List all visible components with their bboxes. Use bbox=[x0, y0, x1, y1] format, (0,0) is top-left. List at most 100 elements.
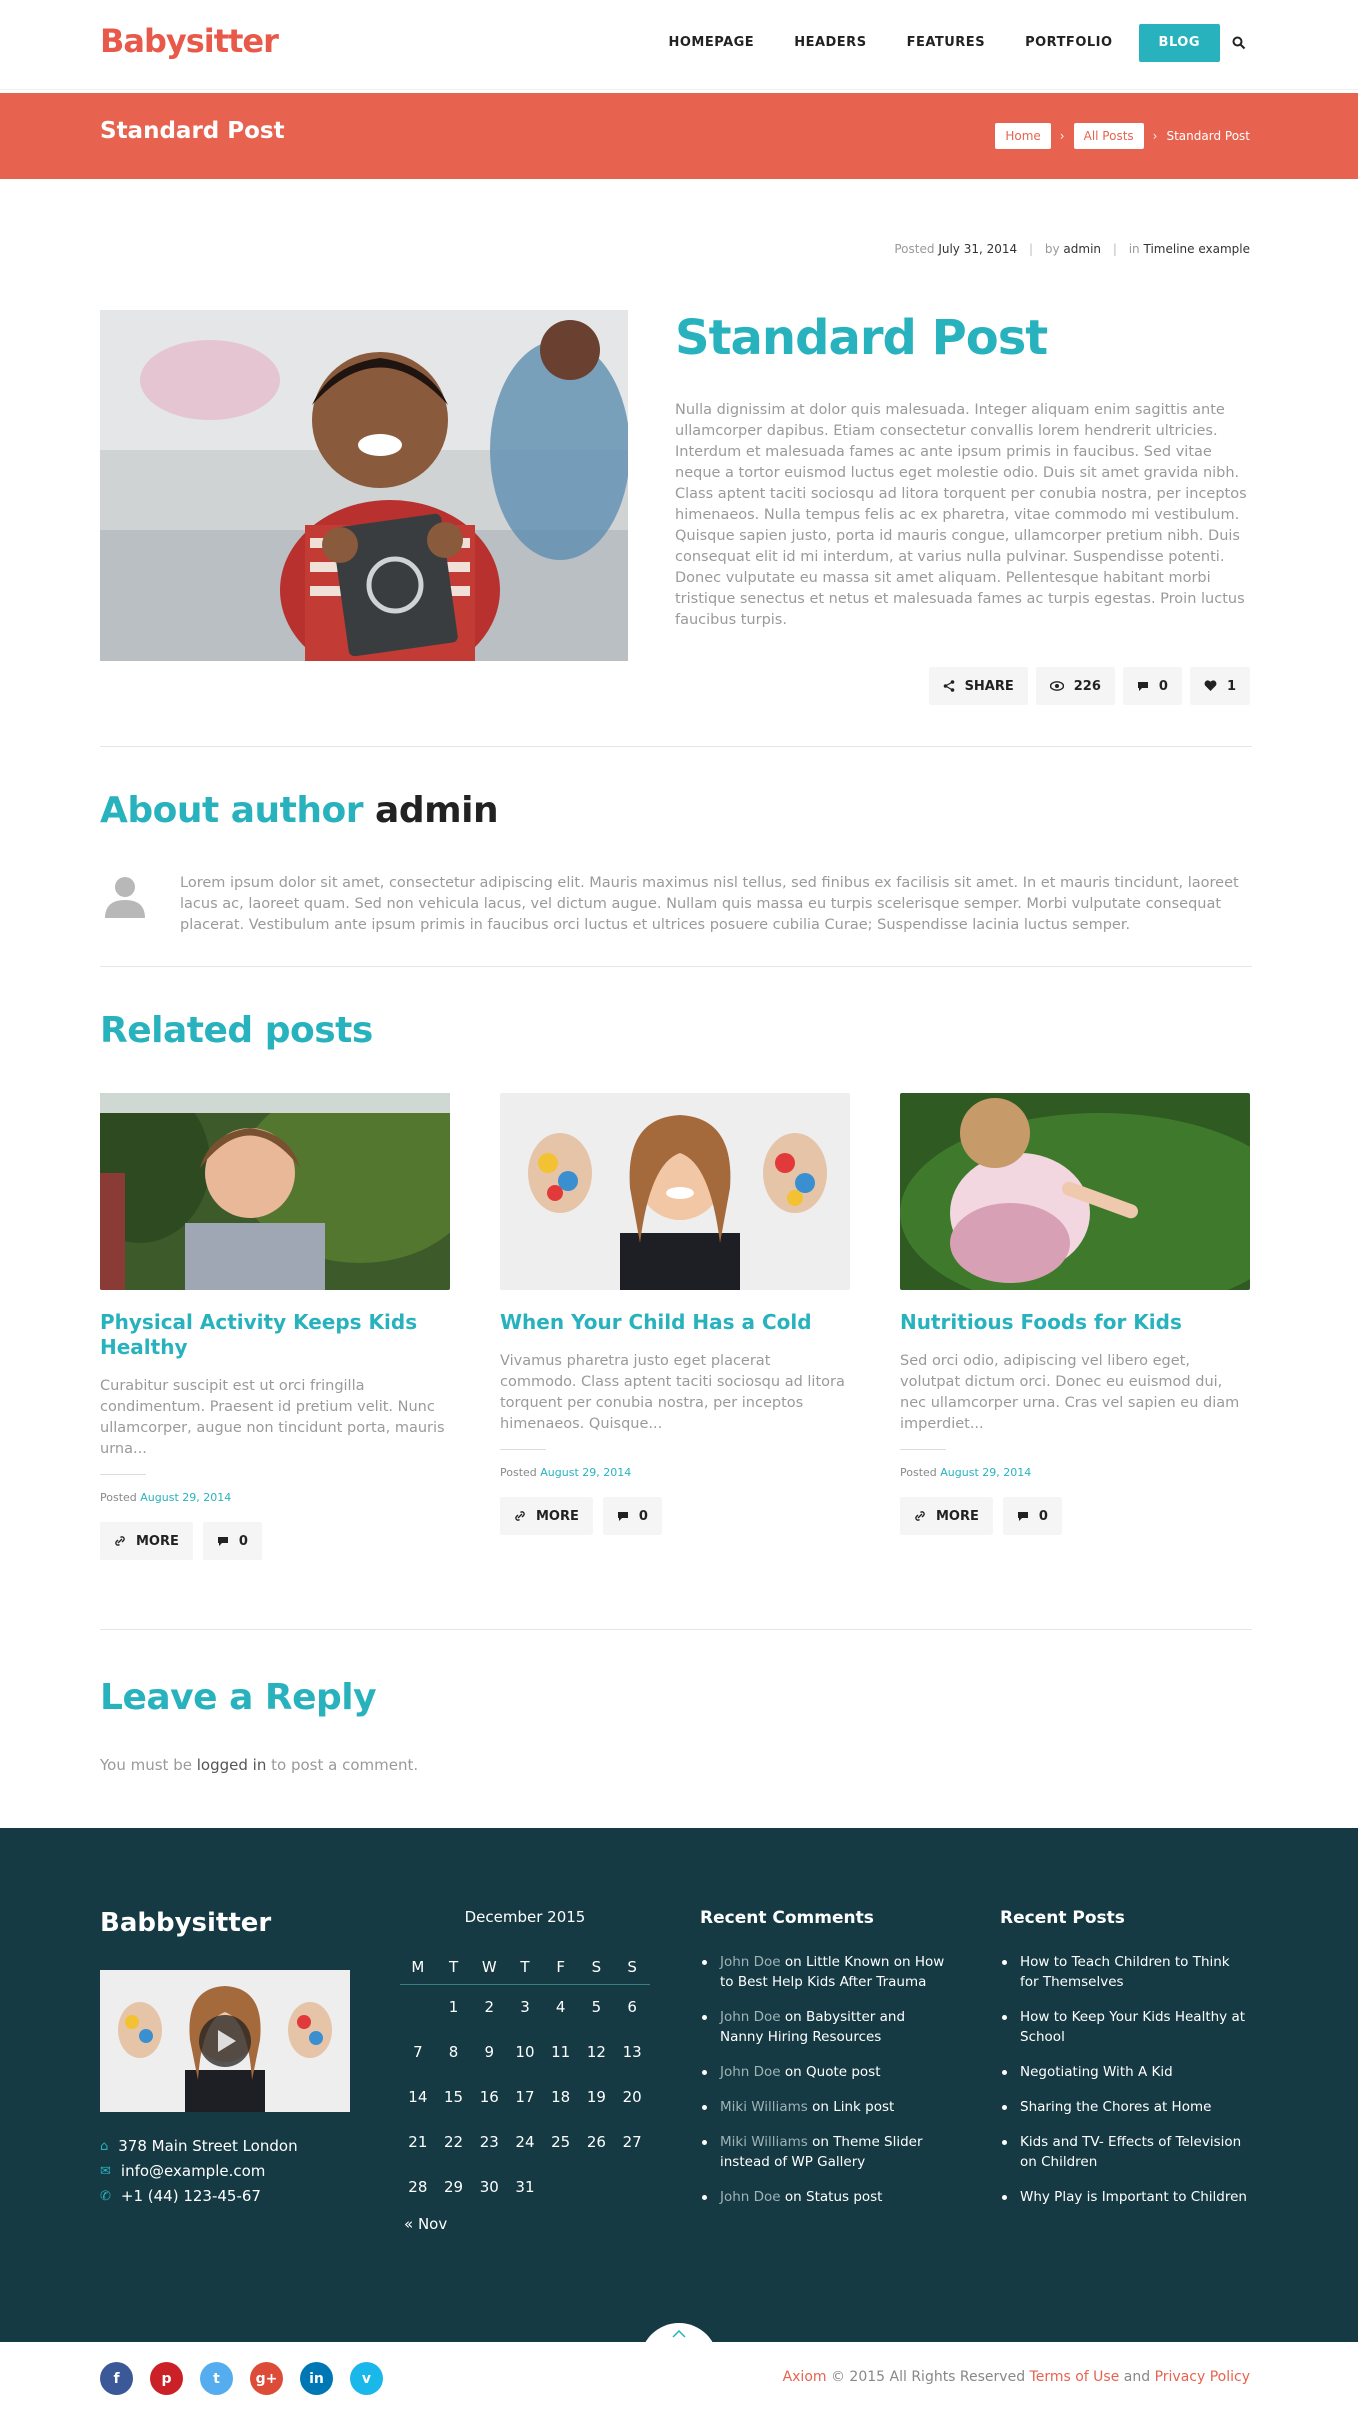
comment-author[interactable]: John Doe bbox=[720, 1954, 781, 1970]
vimeo-icon[interactable]: v bbox=[350, 2362, 383, 2395]
logo[interactable]: Babysitter bbox=[100, 22, 279, 60]
post-date[interactable]: July 31, 2014 bbox=[938, 242, 1017, 256]
nav-homepage[interactable]: HOMEPAGE bbox=[648, 24, 774, 62]
privacy-link[interactable]: Privacy Policy bbox=[1155, 2369, 1250, 2385]
related-post-title[interactable]: Nutritious Foods for Kids bbox=[900, 1310, 1250, 1335]
login-link[interactable]: logged in bbox=[197, 1756, 267, 1774]
calendar-day[interactable]: 30 bbox=[471, 2164, 507, 2209]
nav-portfolio[interactable]: PORTFOLIO bbox=[1005, 24, 1132, 62]
date-link[interactable]: August 29, 2014 bbox=[940, 1466, 1031, 1479]
calendar-day[interactable]: 14 bbox=[400, 2074, 436, 2119]
recent-post-link[interactable]: How to Keep Your Kids Healthy at School bbox=[1000, 2007, 1250, 2047]
brand-link[interactable]: Axiom bbox=[783, 2369, 827, 2385]
post-author[interactable]: admin bbox=[1063, 242, 1101, 256]
calendar-day[interactable]: 1 bbox=[436, 1984, 472, 2029]
share-button[interactable]: SHARE bbox=[928, 667, 1028, 705]
calendar-day[interactable]: 8 bbox=[436, 2029, 472, 2074]
breadcrumb-all-posts[interactable]: All Posts bbox=[1073, 123, 1144, 149]
recent-post-link[interactable]: Sharing the Chores at Home bbox=[1000, 2097, 1250, 2117]
calendar-day[interactable]: 25 bbox=[543, 2119, 579, 2164]
related-post-image[interactable] bbox=[500, 1093, 850, 1290]
google-plus-icon[interactable]: g+ bbox=[250, 2362, 283, 2395]
calendar-day[interactable]: 27 bbox=[614, 2119, 650, 2164]
comment-post-link[interactable]: Quote post bbox=[806, 2064, 881, 2080]
recent-comment-item[interactable]: Miki Williams on Link post bbox=[700, 2097, 950, 2117]
calendar-prev-link[interactable]: « Nov bbox=[400, 2215, 650, 2233]
comments-button[interactable]: 0 bbox=[202, 1522, 262, 1560]
calendar-day[interactable]: 21 bbox=[400, 2119, 436, 2164]
nav-blog[interactable]: BLOG bbox=[1138, 24, 1220, 62]
facebook-icon[interactable]: f bbox=[100, 2362, 133, 2395]
date-link[interactable]: August 29, 2014 bbox=[140, 1491, 231, 1504]
calendar-day[interactable]: 10 bbox=[507, 2029, 543, 2074]
comment-post-link[interactable]: Link post bbox=[833, 2099, 894, 2115]
calendar-day[interactable]: 13 bbox=[614, 2029, 650, 2074]
recent-comment-item[interactable]: John Doe on Quote post bbox=[700, 2062, 950, 2082]
calendar-day[interactable]: 16 bbox=[471, 2074, 507, 2119]
calendar-day[interactable]: 9 bbox=[471, 2029, 507, 2074]
linkedin-icon[interactable]: in bbox=[300, 2362, 333, 2395]
comment-author[interactable]: Miki Williams bbox=[720, 2134, 808, 2150]
calendar-day[interactable]: 17 bbox=[507, 2074, 543, 2119]
recent-post-link[interactable]: How to Teach Children to Think for Thems… bbox=[1000, 1952, 1250, 1992]
recent-post-link[interactable]: Negotiating With A Kid bbox=[1000, 2062, 1250, 2082]
recent-post-link[interactable]: Why Play is Important to Children bbox=[1000, 2187, 1250, 2207]
comments-button[interactable]: 0 bbox=[1122, 667, 1182, 705]
weekday: S bbox=[614, 1950, 650, 1985]
comments-button[interactable]: 0 bbox=[602, 1497, 662, 1535]
comments-button[interactable]: 0 bbox=[1002, 1497, 1062, 1535]
more-button[interactable]: MORE bbox=[500, 1497, 593, 1535]
author-name[interactable]: admin bbox=[375, 790, 499, 831]
calendar-day[interactable]: 28 bbox=[400, 2164, 436, 2209]
footer-video-thumb[interactable] bbox=[100, 1970, 350, 2112]
search-icon[interactable] bbox=[1220, 24, 1258, 62]
calendar-day[interactable]: 31 bbox=[507, 2164, 543, 2209]
breadcrumb-home[interactable]: Home bbox=[995, 123, 1051, 149]
post-category[interactable]: Timeline example bbox=[1144, 242, 1251, 256]
calendar-day[interactable]: 22 bbox=[436, 2119, 472, 2164]
calendar-day[interactable]: 19 bbox=[579, 2074, 615, 2119]
footer-logo[interactable]: Babbysitter bbox=[100, 1908, 271, 1938]
calendar-day[interactable]: 3 bbox=[507, 1984, 543, 2029]
more-button[interactable]: MORE bbox=[100, 1522, 193, 1560]
comment-post-link[interactable]: Status post bbox=[806, 2189, 882, 2205]
calendar-day[interactable]: 12 bbox=[579, 2029, 615, 2074]
calendar-day[interactable]: 7 bbox=[400, 2029, 436, 2074]
calendar-day[interactable]: 4 bbox=[543, 1984, 579, 2029]
calendar-day[interactable]: 20 bbox=[614, 2074, 650, 2119]
comment-author[interactable]: Miki Williams bbox=[720, 2099, 808, 2115]
calendar-day[interactable]: 11 bbox=[543, 2029, 579, 2074]
recent-comment-item[interactable]: Miki Williams on Theme Slider instead of… bbox=[700, 2132, 950, 2172]
twitter-icon[interactable]: t bbox=[200, 2362, 233, 2395]
terms-link[interactable]: Terms of Use bbox=[1030, 2369, 1120, 2385]
comment-author[interactable]: John Doe bbox=[720, 2189, 781, 2205]
calendar-day[interactable]: 23 bbox=[471, 2119, 507, 2164]
calendar-day[interactable]: 18 bbox=[543, 2074, 579, 2119]
nav-headers[interactable]: HEADERS bbox=[774, 24, 886, 62]
more-button[interactable]: MORE bbox=[900, 1497, 993, 1535]
nav-features[interactable]: FEATURES bbox=[887, 24, 1006, 62]
calendar-day[interactable]: 29 bbox=[436, 2164, 472, 2209]
related-post-title[interactable]: When Your Child Has a Cold bbox=[500, 1310, 850, 1335]
recent-comment-item[interactable]: John Doe on Babysitter and Nanny Hiring … bbox=[700, 2007, 950, 2047]
date-link[interactable]: August 29, 2014 bbox=[540, 1466, 631, 1479]
related-post-image[interactable] bbox=[100, 1093, 450, 1290]
calendar-day[interactable]: 2 bbox=[471, 1984, 507, 2029]
comment-author[interactable]: John Doe bbox=[720, 2009, 781, 2025]
calendar-day[interactable]: 6 bbox=[614, 1984, 650, 2029]
related-post-title[interactable]: Physical Activity Keeps Kids Healthy bbox=[100, 1310, 450, 1360]
about-author-heading: About author admin bbox=[100, 790, 499, 831]
calendar-day[interactable]: 24 bbox=[507, 2119, 543, 2164]
email-link[interactable]: info@example.com bbox=[121, 2159, 266, 2184]
related-post-card: When Your Child Has a Cold Vivamus phare… bbox=[500, 1093, 850, 1535]
calendar-day[interactable]: 26 bbox=[579, 2119, 615, 2164]
pinterest-icon[interactable]: p bbox=[150, 2362, 183, 2395]
like-button[interactable]: 1 bbox=[1189, 667, 1250, 705]
comment-author[interactable]: John Doe bbox=[720, 2064, 781, 2080]
related-post-image[interactable] bbox=[900, 1093, 1250, 1290]
recent-comment-item[interactable]: John Doe on Status post bbox=[700, 2187, 950, 2207]
calendar-day[interactable]: 15 bbox=[436, 2074, 472, 2119]
recent-post-link[interactable]: Kids and TV- Effects of Television on Ch… bbox=[1000, 2132, 1250, 2172]
calendar-day[interactable]: 5 bbox=[579, 1984, 615, 2029]
recent-comment-item[interactable]: John Doe on Little Known on How to Best … bbox=[700, 1952, 950, 1992]
